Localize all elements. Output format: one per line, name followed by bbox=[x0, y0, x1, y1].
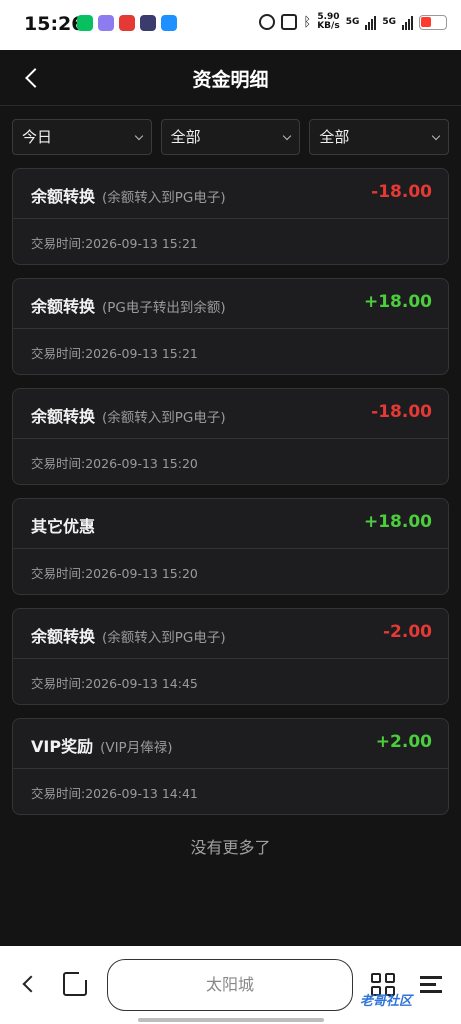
chevron-down-icon bbox=[134, 131, 143, 141]
transaction-type: 余额转换 (余额转入到PG电子) bbox=[31, 407, 226, 426]
transaction-time: 交易时间:2026-09-13 14:41 bbox=[31, 786, 198, 801]
app-icon bbox=[119, 15, 135, 31]
category-filter-select[interactable]: 全部 bbox=[160, 119, 301, 155]
transaction-desc: (余额转入到PG电子) bbox=[102, 190, 226, 206]
battery-icon bbox=[419, 14, 447, 30]
transaction-time: 交易时间:2026-09-13 15:20 bbox=[31, 456, 198, 471]
transaction-card: 其它优惠 +18.00 交易时间:2026-09-13 15:20 bbox=[12, 498, 449, 595]
net-speed: 5.90 KB/s bbox=[317, 12, 340, 31]
share-icon[interactable] bbox=[63, 970, 89, 996]
bluetooth-icon: ᛒ bbox=[303, 14, 312, 30]
status-bar: 15:26 ᛒ 5.90 KB/s 5G 5G bbox=[0, 0, 461, 50]
page-header: 资金明细 bbox=[0, 50, 461, 106]
transaction-type: 余额转换 (PG电子转出到余额) bbox=[31, 297, 226, 316]
notification-icons bbox=[77, 15, 177, 31]
date-filter-select[interactable]: 今日 bbox=[12, 119, 152, 155]
wechat-icon bbox=[77, 15, 93, 31]
transaction-amount: +18.00 bbox=[363, 512, 432, 532]
status-time: 15:26 bbox=[24, 13, 85, 35]
video-app-icon bbox=[140, 15, 156, 31]
app-icon bbox=[98, 15, 114, 31]
no-more-text: 没有更多了 bbox=[190, 838, 271, 857]
mute-icon bbox=[281, 14, 298, 30]
transaction-amount: +18.00 bbox=[363, 292, 432, 312]
transaction-amount: -2.00 bbox=[383, 622, 432, 642]
app-icon bbox=[161, 15, 177, 31]
home-indicator bbox=[138, 1018, 324, 1022]
transaction-card: 余额转换 (余额转入到PG电子) -18.00 交易时间:2026-09-13 1… bbox=[12, 168, 449, 265]
transaction-type: 余额转换 (余额转入到PG电子) bbox=[31, 187, 226, 206]
menu-icon[interactable] bbox=[420, 974, 442, 994]
type-filter-select[interactable]: 全部 bbox=[309, 119, 450, 155]
transaction-card: VIP奖励 (VIP月俸禄) +2.00 交易时间:2026-09-13 14:4… bbox=[12, 718, 449, 815]
filter-bar: 今日 全部 全部 bbox=[12, 119, 450, 155]
transaction-amount: -18.00 bbox=[371, 402, 432, 422]
chevron-down-icon bbox=[431, 131, 441, 141]
alarm-icon bbox=[259, 14, 276, 30]
transaction-type: 余额转换 (余额转入到PG电子) bbox=[31, 627, 226, 646]
sim1-label: 5G bbox=[345, 17, 360, 27]
page-title: 资金明细 bbox=[192, 69, 269, 91]
transaction-time: 交易时间:2026-09-13 15:21 bbox=[31, 236, 198, 251]
browser-toolbar: 太阳城 bbox=[0, 946, 461, 1024]
signal-icon bbox=[402, 14, 413, 30]
transaction-type: 其它优惠 bbox=[31, 517, 96, 536]
transaction-list: 余额转换 (余额转入到PG电子) -18.00 交易时间:2026-09-13 1… bbox=[12, 168, 449, 828]
transaction-card: 余额转换 (余额转入到PG电子) -18.00 交易时间:2026-09-13 1… bbox=[12, 388, 449, 485]
browser-back-icon[interactable] bbox=[20, 974, 38, 994]
transaction-amount: -18.00 bbox=[371, 182, 432, 202]
transaction-time: 交易时间:2026-09-13 14:45 bbox=[31, 676, 198, 691]
chevron-down-icon bbox=[283, 131, 292, 141]
status-indicators: ᛒ 5.90 KB/s 5G 5G bbox=[259, 13, 447, 31]
transaction-card: 余额转换 (PG电子转出到余额) +18.00 交易时间:2026-09-13 1… bbox=[12, 278, 449, 375]
address-bar[interactable]: 太阳城 bbox=[107, 959, 353, 1011]
transaction-desc: (余额转入到PG电子) bbox=[102, 410, 226, 426]
transaction-amount: +2.00 bbox=[375, 732, 432, 752]
transaction-time: 交易时间:2026-09-13 15:21 bbox=[31, 346, 198, 361]
transaction-desc: (VIP月俸禄) bbox=[100, 740, 173, 756]
transaction-time: 交易时间:2026-09-13 15:20 bbox=[31, 566, 198, 581]
transaction-card: 余额转换 (余额转入到PG电子) -2.00 交易时间:2026-09-13 14… bbox=[12, 608, 449, 705]
sim2-label: 5G bbox=[382, 17, 396, 27]
watermark-logo: 老哥社区 bbox=[360, 994, 413, 1009]
transaction-desc: (余额转入到PG电子) bbox=[102, 630, 226, 646]
transaction-type: VIP奖励 (VIP月俸禄) bbox=[31, 737, 173, 756]
transaction-desc: (PG电子转出到余额) bbox=[102, 300, 226, 316]
signal-icon bbox=[365, 14, 377, 30]
